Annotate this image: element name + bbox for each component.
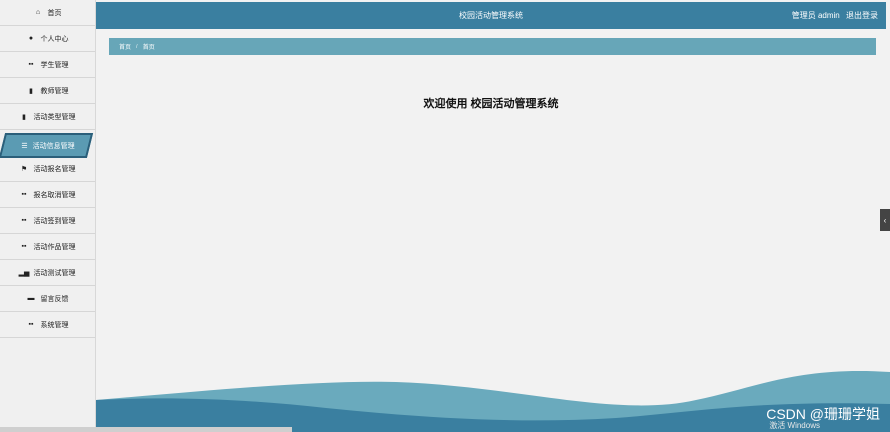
home-icon: ⌂ [35,9,41,16]
briefcase-icon: ▬ [27,295,35,302]
clipboard-icon: ▮ [29,87,33,95]
sidebar-item-label: 活动签到管理 [33,217,76,225]
collapse-toggle[interactable]: ‹ [880,209,890,231]
sidebar-item-label: 活动报名管理 [33,165,76,173]
sidebar-item-checkins[interactable]: ▪▪ 活动签到管理 [0,208,95,234]
sidebar-item-teachers[interactable]: ▮ 教师管理 [0,78,95,104]
sidebar-item-home[interactable]: ⌂ 首页 [0,0,95,26]
sidebar-item-tests[interactable]: ▂▅ 活动测试管理 [0,260,95,286]
bar-chart-icon: ▂▅ [18,269,30,277]
breadcrumb-separator: / [136,43,138,50]
sidebar-item-label: 活动测试管理 [33,269,76,277]
chevron-left-icon: ‹ [883,215,887,225]
sidebar-item-label: 学生管理 [40,61,69,69]
sidebar-item-students[interactable]: ▪▪ 学生管理 [0,52,95,78]
sidebar-item-system[interactable]: ▪▪ 系统管理 [0,312,95,338]
grid-icon: ▪▪ [21,191,27,198]
welcome-message: 欢迎使用 校园活动管理系统 [423,98,559,110]
user-area: 管理员 admin 退出登录 [788,10,878,21]
sliders-icon: ☰ [21,142,28,150]
breadcrumb-current: 首页 [142,45,155,51]
sidebar-item-cancellations[interactable]: ▪▪ 报名取消管理 [0,182,95,208]
flag-icon: ⚑ [20,165,28,173]
sidebar-item-label: 教师管理 [40,87,69,95]
sidebar-item-label: 个人中心 [40,35,69,43]
sidebar-item-works[interactable]: ▪▪ 活动作品管理 [0,234,95,260]
breadcrumb-home[interactable]: 首页 [119,42,131,51]
app-title: 校园活动管理系统 [459,11,523,20]
sidebar-item-label: 活动作品管理 [33,243,76,251]
logout-link[interactable]: 退出登录 [846,11,878,20]
sidebar-item-label: 留言反馈 [40,295,69,303]
grid-icon: ▪▪ [21,243,27,250]
current-user: 管理员 admin [791,11,840,20]
grid-icon: ▪▪ [21,217,27,224]
sidebar-item-label: 活动类型管理 [33,113,76,121]
sidebar: ⌂ 首页 ● 个人中心 ▪▪ 学生管理 ▮ 教师管理 ▮ 活动类型管理 ⚑ 活动… [0,0,96,432]
sidebar-item-activity-info-active[interactable]: ☰ 活动信息管理 [0,133,96,158]
sidebar-item-label: 报名取消管理 [33,191,76,199]
list-icon: ▮ [22,113,26,121]
sidebar-item-registrations[interactable]: ⚑ 活动报名管理 [0,156,95,182]
grid-icon: ▪▪ [28,321,34,328]
user-icon: ● [28,35,34,42]
header-bar: 校园活动管理系统 管理员 admin 退出登录 [96,2,886,29]
breadcrumb: 首页 / 首页 [109,38,876,55]
sidebar-item-activity-types[interactable]: ▮ 活动类型管理 [0,104,95,130]
grid-icon: ▪▪ [28,61,34,68]
horizontal-scrollbar[interactable] [0,427,292,432]
sidebar-item-label: 系统管理 [40,321,69,329]
sidebar-item-label: 首页 [47,9,62,17]
sidebar-item-label: 活动信息管理 [32,142,75,150]
sidebar-item-profile[interactable]: ● 个人中心 [0,26,95,52]
sidebar-item-feedback[interactable]: ▬ 留言反馈 [0,286,95,312]
windows-activate-text: 激活 Windows [769,421,820,430]
